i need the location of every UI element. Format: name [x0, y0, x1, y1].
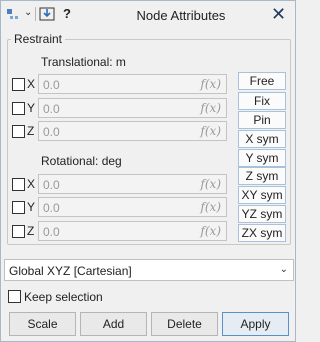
- y-sym-button[interactable]: Y sym: [238, 149, 286, 167]
- fix-button[interactable]: Fix: [238, 92, 286, 110]
- coordinate-system-value: Global XYZ [Cartesian]: [9, 264, 132, 278]
- node-attributes-dialog: ⌄ ? Node Attributes ✕ Restraint Translat…: [0, 0, 296, 342]
- rotational-x-input[interactable]: 0.0 f(x): [38, 174, 227, 194]
- function-icon[interactable]: f(x): [200, 200, 221, 214]
- translational-x-label: X: [27, 77, 36, 91]
- apply-button[interactable]: Apply: [222, 312, 289, 336]
- translational-z-checkbox[interactable]: [12, 125, 25, 138]
- keep-selection-checkbox[interactable]: [8, 290, 21, 303]
- add-button[interactable]: Add: [80, 312, 147, 336]
- function-icon[interactable]: f(x): [200, 224, 221, 238]
- rotational-y-value: 0.0: [43, 201, 60, 215]
- help-button[interactable]: ?: [63, 6, 71, 21]
- rotational-z-checkbox[interactable]: [12, 225, 25, 238]
- translational-z-input[interactable]: 0.0 f(x): [38, 121, 227, 141]
- rotational-y-checkbox[interactable]: [12, 201, 25, 214]
- yz-sym-button[interactable]: YZ sym: [238, 205, 286, 223]
- translational-x-input[interactable]: 0.0 f(x): [38, 74, 227, 94]
- rotational-z-value: 0.0: [43, 225, 60, 239]
- close-icon[interactable]: ✕: [271, 4, 286, 24]
- x-sym-button[interactable]: X sym: [238, 130, 286, 148]
- translational-x-value: 0.0: [43, 78, 60, 92]
- translational-z-label: Z: [27, 124, 35, 138]
- free-button[interactable]: Free: [238, 72, 286, 90]
- node-select-icon[interactable]: [6, 8, 22, 22]
- rotational-z-input[interactable]: 0.0 f(x): [38, 221, 227, 241]
- rotational-x-checkbox[interactable]: [12, 178, 25, 191]
- translational-y-input[interactable]: 0.0 f(x): [38, 98, 227, 118]
- keep-selection-label: Keep selection: [24, 290, 103, 304]
- rotational-x-label: X: [27, 177, 36, 191]
- toolbar-divider: [35, 7, 36, 21]
- function-icon[interactable]: f(x): [200, 101, 221, 115]
- translational-y-checkbox[interactable]: [12, 102, 25, 115]
- translational-z-value: 0.0: [43, 125, 60, 139]
- pin-button[interactable]: Pin: [238, 111, 286, 129]
- translational-x-checkbox[interactable]: [12, 78, 25, 91]
- chevron-down-icon[interactable]: ⌄: [24, 7, 32, 18]
- title-bar: ⌄ ? Node Attributes ✕: [1, 1, 295, 29]
- z-sym-button[interactable]: Z sym: [238, 167, 286, 185]
- zx-sym-button[interactable]: ZX sym: [238, 224, 286, 242]
- rotational-y-label: Y: [27, 200, 36, 214]
- rotational-z-label: Z: [27, 224, 35, 238]
- xy-sym-button[interactable]: XY sym: [238, 186, 286, 204]
- translational-y-value: 0.0: [43, 102, 60, 116]
- scale-button[interactable]: Scale: [9, 312, 76, 336]
- rotational-y-input[interactable]: 0.0 f(x): [38, 197, 227, 217]
- restraint-group-label: Restraint: [11, 32, 66, 46]
- coordinate-system-select[interactable]: Global XYZ [Cartesian] ⌄: [4, 259, 294, 281]
- delete-button[interactable]: Delete: [151, 312, 218, 336]
- chevron-down-icon[interactable]: ⌄: [280, 264, 288, 275]
- function-icon[interactable]: f(x): [200, 77, 221, 91]
- window-title: Node Attributes: [136, 8, 226, 23]
- translational-y-label: Y: [27, 101, 36, 115]
- function-icon[interactable]: f(x): [200, 124, 221, 138]
- function-icon[interactable]: f(x): [200, 177, 221, 191]
- rotational-x-value: 0.0: [43, 178, 60, 192]
- download-icon[interactable]: [39, 6, 55, 22]
- translational-label: Translational: m: [41, 55, 126, 69]
- rotational-label: Rotational: deg: [41, 154, 122, 168]
